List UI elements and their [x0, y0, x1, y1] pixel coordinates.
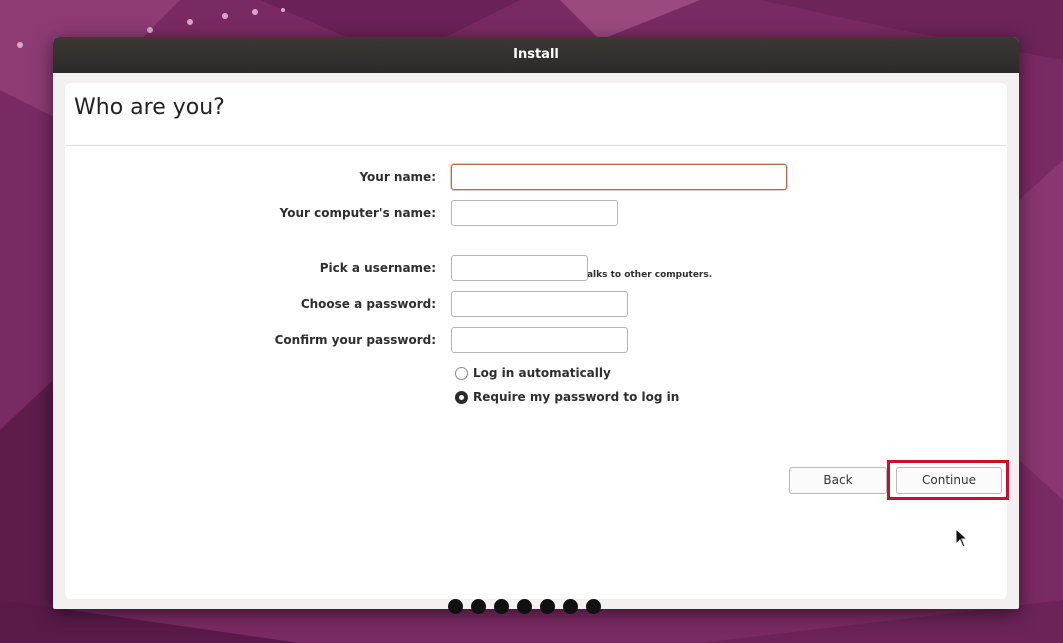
progress-dots: [448, 599, 601, 614]
login-automatically-option[interactable]: Log in automatically: [455, 366, 611, 380]
progress-dot: [494, 599, 509, 614]
require-password-option[interactable]: Require my password to log in: [455, 390, 679, 404]
progress-dot: [517, 599, 532, 614]
radio-button-icon[interactable]: [455, 366, 468, 380]
progress-dot: [448, 599, 463, 614]
password-input[interactable]: [451, 291, 628, 317]
radio-button-selected-icon[interactable]: [455, 390, 468, 404]
mouse-cursor-icon: [955, 528, 969, 548]
login-automatically-label: Log in automatically: [473, 366, 611, 380]
page-title: Who are you?: [74, 95, 225, 120]
computer-name-input[interactable]: [451, 200, 618, 226]
confirm-password-input[interactable]: [451, 327, 628, 353]
confirm-password-label: Confirm your password:: [274, 333, 436, 347]
title-divider: [65, 145, 1007, 146]
back-button[interactable]: Back: [789, 467, 887, 494]
username-label: Pick a username:: [319, 261, 436, 275]
continue-button-highlight: [887, 460, 1009, 500]
progress-dot: [586, 599, 601, 614]
progress-dot: [563, 599, 578, 614]
password-label: Choose a password:: [300, 297, 436, 311]
content-panel: Who are you? Your name: Your computer's …: [65, 83, 1009, 614]
computer-name-label: Your computer's name:: [279, 206, 436, 220]
your-name-label: Your name:: [359, 170, 436, 184]
your-name-input[interactable]: [451, 164, 787, 190]
window-title: Install: [53, 37, 1019, 73]
require-password-label: Require my password to log in: [473, 390, 680, 404]
progress-dot: [471, 599, 486, 614]
username-input[interactable]: [451, 255, 588, 281]
installer-window: Install Who are you? Your name: Your com…: [53, 37, 1019, 614]
progress-dot: [540, 599, 555, 614]
